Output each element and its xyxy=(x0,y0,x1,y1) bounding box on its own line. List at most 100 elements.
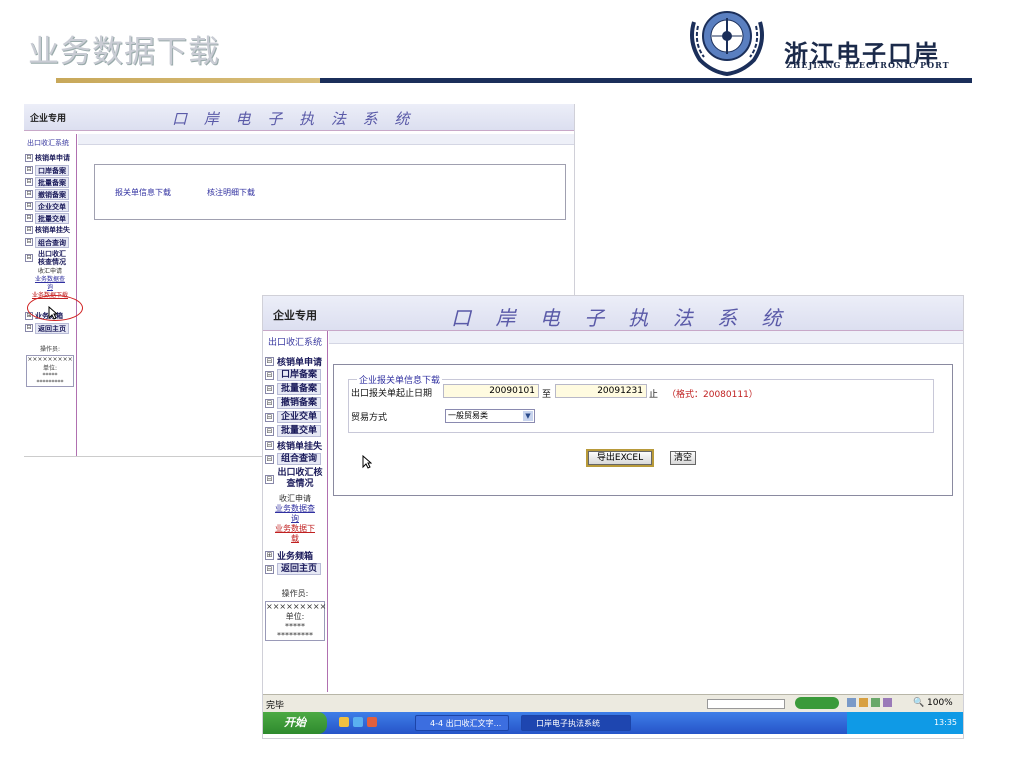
sidebar-item-export-verify[interactable]: ⊟ 出口收汇核查情况 xyxy=(265,466,327,492)
sidebar-sub-apply[interactable]: 收汇申请 xyxy=(263,494,327,504)
collapse-icon[interactable]: ⊟ xyxy=(265,440,274,450)
system-title: 口 岸 电 子 执 法 系 统 xyxy=(451,306,791,330)
taskbar-item-browser[interactable]: 口岸电子执法系统 xyxy=(521,715,631,731)
zoom-level[interactable]: 100% xyxy=(927,698,953,708)
clear-button[interactable]: 清空 xyxy=(670,451,696,465)
collapse-icon[interactable]: ⊟ xyxy=(25,178,33,186)
date-format-hint: （格式：20080111） xyxy=(667,390,758,400)
sidebar-item-hexiao-apply[interactable]: ⊟ 核销单申请 xyxy=(25,152,76,164)
brand-name-en: ZHEJIANG ELECTRONIC PORT xyxy=(786,60,950,70)
export-excel-button[interactable]: 导出EXCEL xyxy=(588,451,652,465)
sidebar-sub-query[interactable]: 业务数据查询 xyxy=(33,276,67,292)
toolbar-icon[interactable] xyxy=(871,698,880,707)
title-underline-gold xyxy=(56,78,320,83)
sidebar-item-combined-query[interactable]: ⊟ 组合查询 xyxy=(25,236,76,248)
trade-mode-select[interactable]: 一般贸易类 ▼ xyxy=(445,409,535,423)
sidebar-item-home[interactable]: ⊟ 返回主页 xyxy=(265,562,327,576)
enterprise-label: 企业专用 xyxy=(273,309,317,322)
sidebar-item-home[interactable]: ⊟ 返回主页 xyxy=(25,322,76,334)
sidebar-item-cancel-record[interactable]: ⊟ 撤销备案 xyxy=(25,188,76,200)
system-title: 口 岸 电 子 执 法 系 统 xyxy=(172,110,416,128)
taskbar-item-document[interactable]: 4-4 出口收汇文字... xyxy=(415,715,509,731)
sidebar-item-batch-submit[interactable]: ⊟ 批量交单 xyxy=(265,424,327,438)
start-date-input[interactable]: 20090101 xyxy=(443,384,539,398)
date-end-label: 止 xyxy=(649,390,659,400)
collapse-icon[interactable]: ⊟ xyxy=(265,370,274,380)
date-range-label: 出口报关单起止日期 xyxy=(351,389,433,399)
chevron-down-icon[interactable]: ▼ xyxy=(523,411,533,421)
sidebar-item-report-loss[interactable]: ⊟ 核销单挂失 xyxy=(265,438,327,452)
form-fieldset: 企业报关单信息下载 出口报关单起止日期 20090101 至 20091231 … xyxy=(348,373,934,433)
sidebar-item-batch-submit[interactable]: ⊟ 批量交单 xyxy=(25,212,76,224)
status-icons xyxy=(847,698,907,708)
sidebar-item-batch-record[interactable]: ⊟ 批量备案 xyxy=(25,176,76,188)
start-button[interactable]: 开始 xyxy=(263,712,327,734)
sidebar-item-batch-record[interactable]: ⊟ 批量备案 xyxy=(265,382,327,396)
quick-launch-icon[interactable] xyxy=(353,717,363,727)
collapse-icon[interactable]: ⊟ xyxy=(265,474,274,484)
system-tray: 13:35 xyxy=(847,712,963,734)
sidebar-item-enterprise-submit[interactable]: ⊟ 企业交单 xyxy=(265,410,327,424)
sidebar-system-label: 出口收汇系统 xyxy=(27,139,69,147)
sidebar-item-export-verify[interactable]: ⊟ 出口收汇核查情况 xyxy=(25,248,76,268)
sidebar-item-port-record[interactable]: ⊟ 口岸备案 xyxy=(265,368,327,382)
sidebar-item-enterprise-submit[interactable]: ⊟ 企业交单 xyxy=(25,200,76,212)
sidebar-sub-download[interactable]: 业务数据下载 xyxy=(273,524,317,544)
slide-title: 业务数据下载 xyxy=(28,34,220,70)
enterprise-label: 企业专用 xyxy=(30,114,67,124)
quick-launch-icon[interactable] xyxy=(367,717,377,727)
operator-panel: 操作员: ××××××××× 单位: ***** ********* xyxy=(26,346,74,387)
download-form: 企业报关单信息下载 出口报关单起止日期 20090101 至 20091231 … xyxy=(333,364,953,496)
sidebar-item-hexiao-apply[interactable]: ⊟ 核销单申请 xyxy=(265,354,327,368)
sidebar-item-report-loss[interactable]: ⊟ 核销单挂失 xyxy=(25,224,76,236)
status-text: 完毕 xyxy=(266,701,285,711)
collapse-icon[interactable]: ⊟ xyxy=(25,154,33,162)
content-strip xyxy=(329,331,963,344)
sidebar-item-cancel-record[interactable]: ⊟ 撤销备案 xyxy=(265,396,327,410)
world-customs-emblem-icon xyxy=(690,11,764,76)
collapse-icon[interactable]: ⊟ xyxy=(25,202,33,210)
verification-detail-download-link[interactable]: 核注明细下载 xyxy=(207,187,255,198)
quick-launch-icon[interactable] xyxy=(339,717,349,727)
date-to-label: 至 xyxy=(542,390,552,400)
sidebar-sub-apply[interactable]: 收汇申请 xyxy=(24,268,76,276)
collapse-icon[interactable]: ⊟ xyxy=(265,426,274,436)
sidebar-item-combined-query[interactable]: ⊟ 组合查询 xyxy=(265,452,327,466)
collapse-icon[interactable]: ⊟ xyxy=(265,564,274,574)
trade-mode-label: 贸易方式 xyxy=(351,413,388,423)
collapse-icon[interactable]: ⊟ xyxy=(25,214,33,222)
collapse-icon[interactable]: ⊟ xyxy=(265,384,274,394)
app-header: 企业专用 口 岸 电 子 执 法 系 统 xyxy=(24,104,574,131)
mouse-cursor-icon xyxy=(362,455,372,469)
collapse-icon[interactable]: ⊟ xyxy=(25,254,33,262)
quick-launch xyxy=(339,717,399,729)
sidebar-item-port-record[interactable]: ⊟ 口岸备案 xyxy=(25,164,76,176)
collapse-icon[interactable]: ⊟ xyxy=(25,238,33,246)
expand-icon[interactable]: ⊞ xyxy=(265,550,274,560)
operator-panel: 操作员: ××××××××× 单位: ***** ********* xyxy=(265,589,327,641)
title-underline-navy xyxy=(320,78,972,83)
collapse-icon[interactable]: ⊟ xyxy=(25,166,33,174)
zoom-icon[interactable]: 🔍 xyxy=(913,698,924,708)
collapse-icon[interactable]: ⊟ xyxy=(265,356,274,366)
sidebar-sub-query[interactable]: 业务数据查询 xyxy=(273,504,317,524)
toolbar-icon[interactable] xyxy=(847,698,856,707)
security-icon xyxy=(795,697,839,709)
sidebar-system-label: 出口收汇系统 xyxy=(268,338,323,348)
clock: 13:35 xyxy=(933,718,957,727)
toolbar-icon[interactable] xyxy=(883,698,892,707)
collapse-icon[interactable]: ⊟ xyxy=(25,226,33,234)
windows-taskbar: 开始 4-4 出口收汇文字... 口岸电子执法系统 13:35 xyxy=(263,712,963,734)
collapse-icon[interactable]: ⊟ xyxy=(25,324,33,332)
customs-declaration-download-link[interactable]: 报关单信息下载 xyxy=(115,187,171,198)
collapse-icon[interactable]: ⊟ xyxy=(265,412,274,422)
sidebar-item-business-box[interactable]: ⊞业务频箱 xyxy=(265,548,327,562)
collapse-icon[interactable]: ⊟ xyxy=(265,454,274,464)
download-panel: 报关单信息下载 核注明细下载 xyxy=(94,164,566,220)
end-date-input[interactable]: 20091231 xyxy=(555,384,647,398)
sidebar: 出口收汇系统 ⊟ 核销单申请 ⊟ 口岸备案 ⊟ 批量备案 ⊟ 撤销备案 ⊟ 企业交单 ⊟ 批… xyxy=(263,331,328,692)
toolbar-icon[interactable] xyxy=(859,698,868,707)
collapse-icon[interactable]: ⊟ xyxy=(265,398,274,408)
collapse-icon[interactable]: ⊟ xyxy=(25,190,33,198)
app-header: 企业专用 口 岸 电 子 执 法 系 统 xyxy=(263,296,963,331)
